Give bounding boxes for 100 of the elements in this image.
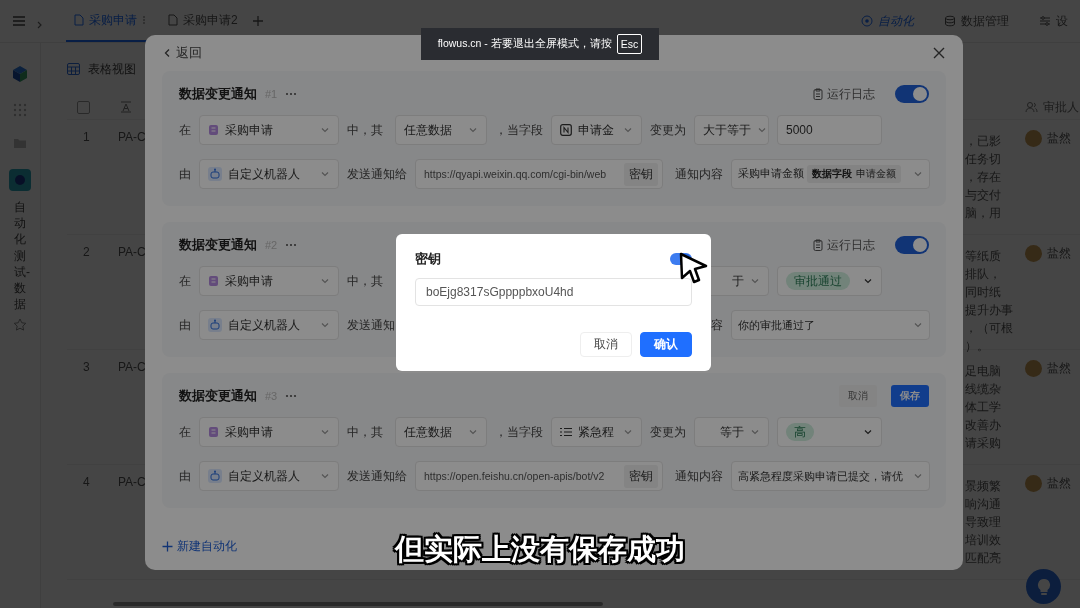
document-icon	[74, 14, 84, 26]
rule-label: 通知内容	[674, 467, 723, 485]
close-icon	[933, 47, 945, 59]
table-select[interactable]: 采购申请	[199, 417, 339, 447]
chevron-icon	[750, 427, 760, 437]
database-table-icon	[208, 426, 219, 438]
key-button[interactable]: 密钥	[624, 162, 658, 186]
more-icon[interactable]	[285, 394, 298, 398]
plus-icon	[162, 541, 173, 552]
database-icon	[944, 15, 956, 27]
rule-label: ，当字段	[495, 423, 543, 441]
database-table-icon	[208, 275, 219, 287]
operator-select[interactable]: 等于	[694, 417, 769, 447]
dialog-title: 密钥	[415, 250, 441, 268]
rule-label: 发送通知给	[347, 165, 407, 183]
chevron-icon	[320, 320, 330, 330]
subtitle: 但实际上没有保存成功	[395, 532, 685, 567]
chevron-icon	[320, 276, 330, 286]
esc-key: Esc	[616, 34, 643, 54]
key-button[interactable]: 密钥	[624, 464, 658, 488]
checkbox[interactable]	[77, 100, 90, 114]
text-field-icon	[120, 101, 132, 113]
cancel-button[interactable]: 取消	[580, 332, 632, 357]
rule-label: 变更为	[650, 423, 686, 441]
chevron-icon	[913, 169, 923, 179]
key-input-field[interactable]: boEjg8317sGppppbxoU4hd	[415, 278, 692, 306]
menu-icon[interactable]	[12, 15, 26, 27]
chevron-icon	[623, 427, 633, 437]
more-icon[interactable]	[285, 243, 298, 247]
value-select[interactable]: 审批通过	[777, 266, 882, 296]
webhook-url-field[interactable]: https://open.feishu.cn/open-apis/bot/v2 密钥	[415, 461, 663, 491]
chevron-right-icon[interactable]	[36, 20, 44, 30]
rule-label: 中，其	[347, 423, 384, 441]
table-icon	[67, 63, 80, 75]
value-select[interactable]: 高	[777, 417, 882, 447]
close-button[interactable]	[933, 47, 945, 59]
scope-select[interactable]: 任意数据	[395, 115, 487, 145]
run-log-button[interactable]: 运行日志	[813, 85, 875, 103]
back-button[interactable]: 返回	[163, 44, 202, 62]
database-table-icon	[208, 124, 219, 136]
rule-title: 数据变更通知	[179, 236, 257, 254]
new-automation-link[interactable]: 新建自动化	[162, 538, 237, 555]
rule-label: 容	[710, 316, 723, 334]
run-log-button[interactable]: 运行日志	[813, 236, 875, 254]
field-select[interactable]: 紧急程	[551, 417, 642, 447]
rule-label: 发送通知给	[347, 467, 407, 485]
toggle-switch[interactable]	[895, 85, 929, 103]
content-select[interactable]: 你的审批通过了	[731, 310, 930, 340]
rule-label: 变更为	[650, 121, 686, 139]
cancel-button[interactable]: 取消	[839, 385, 877, 407]
document-icon	[168, 14, 178, 26]
confirm-button[interactable]: 确认	[640, 332, 692, 357]
chevron-icon	[757, 125, 767, 135]
avatar	[1025, 360, 1042, 377]
clipboard-icon	[813, 239, 823, 251]
toggle-switch[interactable]	[895, 236, 929, 254]
settings-icon	[1039, 15, 1051, 27]
chevron-icon	[913, 320, 923, 330]
avatar	[1025, 475, 1042, 492]
table-select[interactable]: 采购申请	[199, 115, 339, 145]
sender-select[interactable]: 自定义机器人	[199, 310, 339, 340]
help-button[interactable]	[1026, 569, 1061, 604]
chevron-icon	[320, 169, 330, 179]
rule-label: 通知内容	[674, 165, 723, 183]
clipboard-icon	[813, 88, 823, 100]
sender-select[interactable]: 自定义机器人	[199, 461, 339, 491]
lightbulb-icon	[1036, 577, 1051, 596]
chevron-icon	[750, 276, 760, 286]
rule-label: 中，其	[347, 121, 384, 139]
rule-label: 发送通知	[347, 316, 396, 334]
chevron-left-icon	[163, 48, 171, 58]
workspace-icon[interactable]	[9, 169, 31, 191]
chevron-icon	[320, 125, 330, 135]
content-select[interactable]: 高紧急程度采购申请已提交，请优	[731, 461, 930, 491]
value-field[interactable]: 5000	[777, 115, 882, 145]
add-icon[interactable]	[251, 15, 264, 27]
number-field-icon	[560, 124, 572, 136]
sender-select[interactable]: 自定义机器人	[199, 159, 339, 189]
rule-label: 中，其	[347, 272, 384, 290]
webhook-url-field[interactable]: https://qyapi.weixin.qq.com/cgi-bin/web 密钥	[415, 159, 663, 189]
chevron-icon	[468, 427, 478, 437]
field-select[interactable]: 申请金	[551, 115, 642, 145]
cube-logo-icon[interactable]	[11, 65, 29, 83]
chevron-icon	[468, 125, 478, 135]
scope-select[interactable]: 任意数据	[395, 417, 487, 447]
rule-label: 在	[179, 423, 191, 441]
list-icon	[560, 427, 572, 437]
save-button[interactable]: 保存	[891, 385, 929, 407]
rule-label: 由	[179, 165, 191, 183]
chevron-icon	[913, 471, 923, 481]
chevron-icon	[320, 427, 330, 437]
robot-icon	[208, 167, 222, 181]
content-select[interactable]: 采购申请金额 数据字段 申请金额	[731, 159, 930, 189]
rule-title: 数据变更通知	[179, 387, 257, 405]
operator-select[interactable]: 大于等于	[694, 115, 769, 145]
table-select[interactable]: 采购申请	[199, 266, 339, 296]
more-icon[interactable]	[285, 92, 298, 96]
chevron-icon	[863, 276, 873, 286]
star-icon[interactable]	[13, 318, 27, 333]
chevron-icon	[320, 471, 330, 481]
